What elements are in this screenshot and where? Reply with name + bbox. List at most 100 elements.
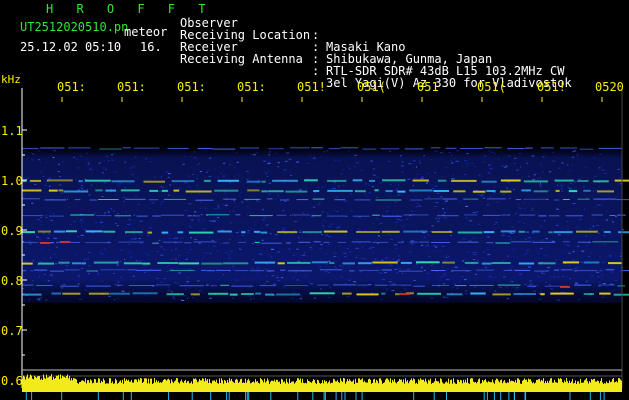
noise-dot bbox=[58, 163, 60, 165]
noise-dot bbox=[178, 187, 182, 189]
noise-dot bbox=[389, 264, 393, 266]
noise-dot bbox=[374, 258, 377, 260]
amplitude-bar bbox=[207, 379, 208, 392]
noise-dot bbox=[75, 254, 78, 256]
noise-dot bbox=[487, 172, 491, 174]
amplitude-bar bbox=[398, 381, 399, 392]
amplitude-bar bbox=[302, 378, 303, 392]
amplitude-bar bbox=[145, 378, 146, 392]
noise-dot bbox=[342, 218, 344, 220]
datetime-label: 25.12.02 05:10 bbox=[20, 40, 122, 54]
noise-dot bbox=[139, 234, 143, 236]
noise-dot bbox=[190, 226, 193, 228]
noise-dot bbox=[597, 285, 601, 287]
amplitude-bar bbox=[529, 379, 530, 392]
amplitude-bar bbox=[336, 381, 337, 392]
amplitude-marker bbox=[312, 392, 314, 400]
noise-dot bbox=[209, 297, 212, 299]
amplitude-bar bbox=[483, 381, 484, 392]
amplitude-bar bbox=[299, 379, 300, 392]
noise-dot bbox=[581, 206, 583, 208]
noise-dot bbox=[130, 256, 133, 258]
noise-dot bbox=[557, 234, 561, 236]
amplitude-bar bbox=[433, 382, 434, 392]
noise-dot bbox=[523, 222, 525, 224]
noise-dot bbox=[97, 272, 99, 274]
noise-dot bbox=[613, 289, 616, 291]
noise-dot bbox=[40, 216, 42, 218]
signal-segment bbox=[284, 285, 308, 286]
amplitude-marker bbox=[508, 392, 510, 400]
amplitude-bar bbox=[100, 382, 101, 392]
noise-dot bbox=[411, 210, 414, 212]
signal-segment bbox=[532, 241, 556, 243]
signal-segment bbox=[358, 262, 372, 265]
amplitude-bar bbox=[49, 376, 50, 392]
amplitude-bar bbox=[335, 381, 336, 392]
noise-dot bbox=[22, 299, 25, 301]
amplitude-bar bbox=[144, 378, 145, 392]
amplitude-bar bbox=[334, 379, 335, 392]
noise-dot bbox=[81, 155, 83, 157]
amplitude-bar bbox=[95, 379, 96, 392]
noise-dot bbox=[178, 255, 181, 257]
noise-dot bbox=[101, 196, 104, 197]
noise-dot bbox=[160, 176, 162, 178]
noise-dot bbox=[252, 154, 256, 156]
noise-dot bbox=[414, 177, 417, 179]
noise-dot bbox=[385, 290, 387, 292]
amplitude-bar bbox=[222, 380, 223, 392]
noise-dot bbox=[560, 185, 564, 187]
signal-segment bbox=[288, 270, 312, 272]
noise-dot bbox=[117, 213, 119, 215]
noise-dot bbox=[524, 283, 527, 285]
noise-dot bbox=[36, 236, 39, 238]
amplitude-bar bbox=[386, 378, 387, 392]
noise-dot bbox=[471, 163, 474, 165]
amplitude-bar bbox=[229, 378, 230, 392]
noise-dot bbox=[483, 155, 485, 156]
amplitude-bar bbox=[47, 377, 48, 392]
noise-dot bbox=[505, 187, 508, 189]
amplitude-bar bbox=[612, 379, 613, 392]
amplitude-bar bbox=[481, 383, 482, 392]
noise-dot bbox=[117, 281, 120, 283]
noise-dot bbox=[119, 182, 122, 184]
noise-dot bbox=[212, 220, 216, 222]
signal-segment bbox=[511, 241, 531, 243]
amplitude-bar bbox=[451, 379, 452, 392]
noise-dot bbox=[514, 157, 517, 159]
amplitude-marker bbox=[122, 392, 124, 400]
signal-segment bbox=[190, 293, 200, 296]
amplitude-bar bbox=[341, 380, 342, 392]
noise-dot bbox=[94, 222, 98, 224]
amplitude-bar bbox=[437, 381, 438, 392]
noise-dot bbox=[228, 254, 231, 256]
hot-spot bbox=[400, 293, 410, 295]
noise-dot bbox=[472, 238, 476, 239]
noise-dot bbox=[193, 151, 196, 153]
noise-dot bbox=[444, 236, 447, 238]
amplitude-bar bbox=[188, 381, 189, 392]
signal-segment bbox=[276, 293, 301, 296]
amplitude-bar bbox=[279, 381, 280, 392]
amplitude-bar bbox=[184, 380, 185, 392]
amplitude-bar bbox=[442, 382, 443, 392]
amplitude-bar bbox=[384, 382, 385, 392]
amplitude-bar bbox=[491, 382, 492, 392]
amplitude-bar bbox=[444, 383, 445, 392]
signal-segment bbox=[337, 242, 346, 243]
noise-dot bbox=[423, 155, 425, 157]
noise-dot bbox=[39, 162, 41, 164]
amplitude-bar bbox=[131, 379, 132, 392]
amplitude-bar bbox=[83, 380, 84, 392]
signal-segment bbox=[143, 180, 165, 183]
amplitude-marker bbox=[61, 392, 63, 400]
noise-dot bbox=[223, 162, 226, 164]
noise-dot bbox=[374, 239, 377, 241]
signal-segment bbox=[161, 214, 185, 216]
noise-dot bbox=[180, 299, 182, 301]
amplitude-bar bbox=[168, 378, 169, 392]
noise-dot bbox=[232, 297, 234, 299]
amplitude-marker bbox=[226, 392, 228, 400]
